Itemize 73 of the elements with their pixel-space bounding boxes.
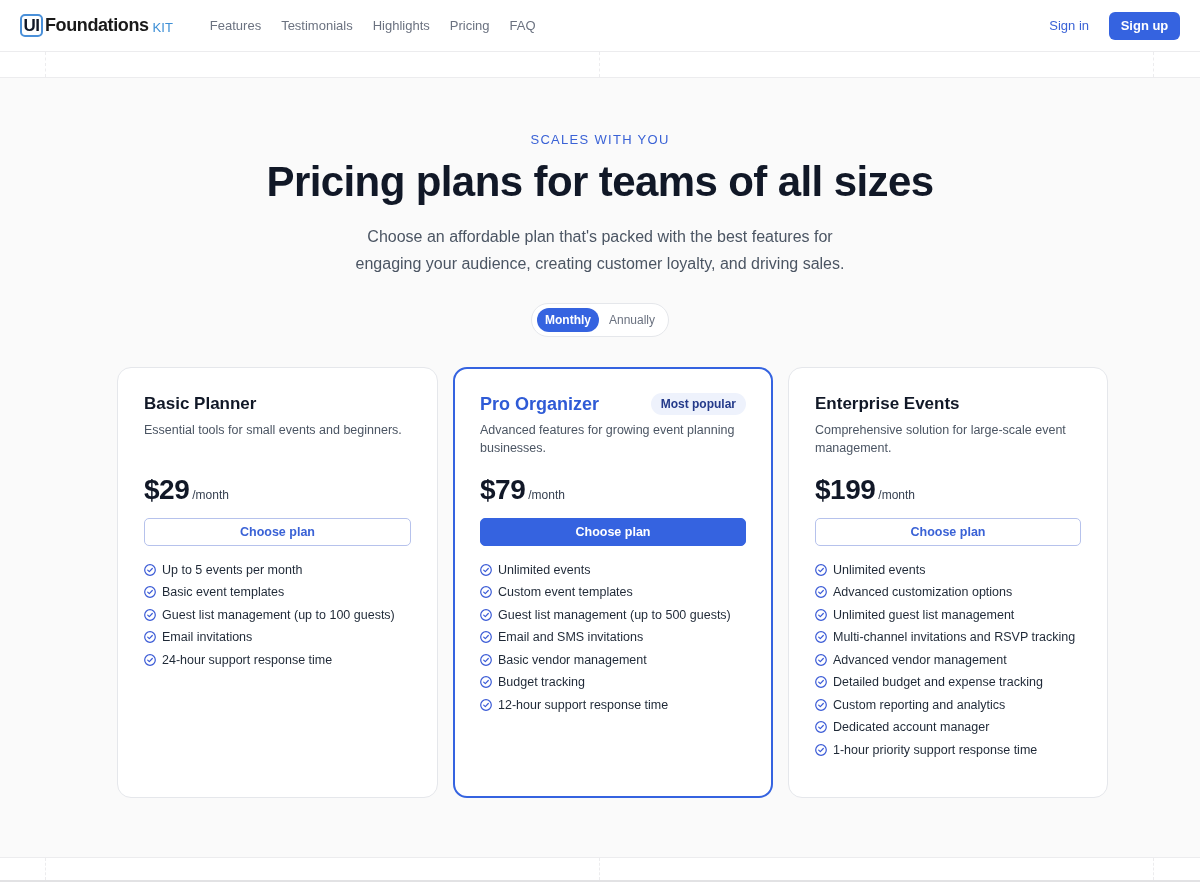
check-circle-icon xyxy=(815,608,827,621)
check-circle-icon xyxy=(144,586,156,599)
feature-text: Custom event templates xyxy=(498,585,633,600)
check-circle-icon xyxy=(815,586,827,599)
check-circle-icon xyxy=(144,653,156,666)
feature-text: Guest list management (up to 100 guests) xyxy=(162,607,395,622)
nav-link[interactable]: FAQ xyxy=(509,18,536,33)
check-circle-icon xyxy=(144,563,156,576)
feature-text: Dedicated account manager xyxy=(833,720,990,735)
check-circle-icon xyxy=(815,676,827,689)
feature-text: Unlimited events xyxy=(833,562,926,577)
feature-text: Unlimited events xyxy=(498,562,591,577)
choose-plan-button[interactable]: Choose plan xyxy=(144,518,411,547)
nav-link[interactable]: Testimonials xyxy=(281,18,353,33)
logo-wordmark: Foundations xyxy=(45,15,149,36)
check-circle-icon xyxy=(480,608,492,621)
feature-text: Basic vendor management xyxy=(498,652,647,667)
feature-text: Budget tracking xyxy=(498,675,585,690)
billing-option[interactable]: Monthly xyxy=(537,308,599,333)
billing-option[interactable]: Annually xyxy=(601,308,663,333)
feature-text: Email and SMS invitations xyxy=(498,630,644,645)
plan-name: Enterprise Events xyxy=(815,394,960,415)
check-circle-icon xyxy=(480,676,492,689)
nav-link[interactable]: Highlights xyxy=(372,18,430,33)
choose-plan-button[interactable]: Choose plan xyxy=(815,518,1081,547)
feature-text: 24-hour support response time xyxy=(162,652,333,667)
feature-text: Up to 5 events per month xyxy=(162,562,303,577)
feature-text: Custom reporting and analytics xyxy=(833,697,1006,712)
logo-mark: UI xyxy=(20,14,43,37)
plan-name: Basic Planner xyxy=(144,394,257,415)
check-circle-icon xyxy=(815,653,827,666)
popular-badge: Most popular xyxy=(650,393,746,416)
logo-suffix: KIT xyxy=(152,19,173,35)
price-period: /month xyxy=(192,488,229,503)
plan-description: Comprehensive solution for large-scale event management. xyxy=(815,422,1067,458)
check-circle-icon xyxy=(815,631,827,644)
plan-description: Advanced features for growing event planning businesses. xyxy=(480,422,736,458)
check-circle-icon xyxy=(480,653,492,666)
check-circle-icon xyxy=(480,563,492,576)
plan-description: Essential tools for small events and beginners. xyxy=(144,422,403,440)
check-circle-icon xyxy=(815,743,827,756)
feature-text: Basic event templates xyxy=(162,585,285,600)
feature-text: Unlimited guest list management xyxy=(833,607,1015,622)
feature-text: Detailed budget and expense tracking xyxy=(833,675,1043,690)
check-circle-icon xyxy=(815,721,827,734)
check-circle-icon xyxy=(144,608,156,621)
sign-up-button[interactable]: Sign up xyxy=(1109,11,1180,40)
feature-text: Guest list management (up to 500 guests) xyxy=(498,607,731,622)
plan-name: Pro Organizer xyxy=(480,393,600,415)
check-circle-icon xyxy=(480,631,492,644)
feature-text: 1-hour priority support response time xyxy=(833,742,1038,757)
feature-text: Advanced vendor management xyxy=(833,652,1007,667)
section-heading: Pricing plans for teams of all sizes xyxy=(266,157,934,207)
choose-plan-button[interactable]: Choose plan xyxy=(480,518,746,547)
plan-price: $29 xyxy=(144,474,190,507)
check-circle-icon xyxy=(815,698,827,711)
feature-text: 12-hour support response time xyxy=(498,697,669,712)
plan-price: $199 xyxy=(815,474,876,507)
plan-price: $79 xyxy=(480,474,526,507)
check-circle-icon xyxy=(480,698,492,711)
check-circle-icon xyxy=(480,586,492,599)
feature-text: Email invitations xyxy=(162,630,253,645)
price-period: /month xyxy=(878,488,915,503)
section-eyebrow: SCALES WITH YOU xyxy=(530,132,670,147)
feature-text: Multi-channel invitations and RSVP tracking xyxy=(833,630,1076,645)
sign-in-link[interactable]: Sign in xyxy=(1049,18,1089,33)
feature-text: Advanced customization options xyxy=(833,585,1013,600)
check-circle-icon xyxy=(144,631,156,644)
price-period: /month xyxy=(528,488,565,503)
nav-link[interactable]: Pricing xyxy=(449,18,490,33)
nav-link[interactable]: Features xyxy=(209,18,262,33)
check-circle-icon xyxy=(815,563,827,576)
section-description: Choose an affordable plan that's packed with the best features for engaging your audience, creating customer loyalty, and driving sales. xyxy=(354,227,846,275)
